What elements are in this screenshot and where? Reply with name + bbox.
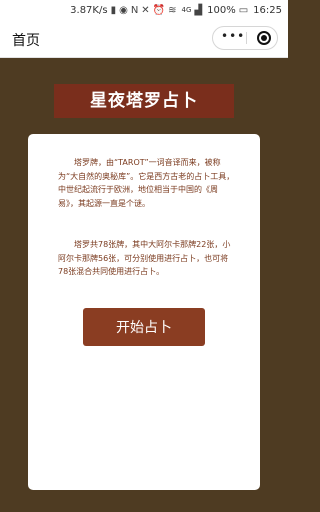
battery-icon: ▭ [238, 4, 249, 16]
location-icon: ◉ [119, 4, 128, 16]
close-target-icon[interactable] [257, 31, 271, 45]
main-content: 星夜塔罗占卜 塔罗牌，由“TAROT”一词音译而来，被称为“大自然的奥秘库”。它… [0, 58, 288, 512]
nfc-icon: N [130, 4, 139, 16]
intro-paragraph-1: 塔罗牌，由“TAROT”一词音译而来，被称为“大自然的奥秘库”。它是西方古老的占… [58, 158, 235, 208]
status-bar: 3.87K/s ▮ ◉ N ✕ ⏰ ≋ 4G ▟ 100% ▭ 16:25 [0, 0, 288, 20]
nav-bar: 首页 ••• [0, 20, 288, 58]
intro-paragraph-2: 塔罗共78张牌，其中大阿尔卡那牌22张，小阿尔卡那牌56张，可分别使用进行占卜，… [58, 240, 231, 276]
network-speed: 3.87K/s [70, 4, 108, 16]
alarm-icon: ⏰ [152, 4, 166, 16]
start-divination-button[interactable]: 开始占卜 [83, 308, 205, 346]
page-title: 首页 [12, 33, 40, 49]
network-type: 4G [181, 6, 192, 14]
capsule-divider [246, 32, 247, 44]
clock: 16:25 [253, 4, 282, 16]
signal-icon: ▟ [194, 4, 203, 16]
sim-icon: ▮ [110, 4, 117, 16]
mute-icon: ✕ [141, 4, 150, 16]
mini-program-capsule: ••• [212, 26, 278, 50]
intro-card: 塔罗牌，由“TAROT”一词音译而来，被称为“大自然的奥秘库”。它是西方古老的占… [28, 134, 260, 490]
wifi-icon: ≋ [168, 4, 177, 16]
more-menu-button[interactable]: ••• [221, 29, 244, 43]
battery-percent: 100% [207, 4, 236, 16]
title-banner: 星夜塔罗占卜 [54, 84, 234, 118]
